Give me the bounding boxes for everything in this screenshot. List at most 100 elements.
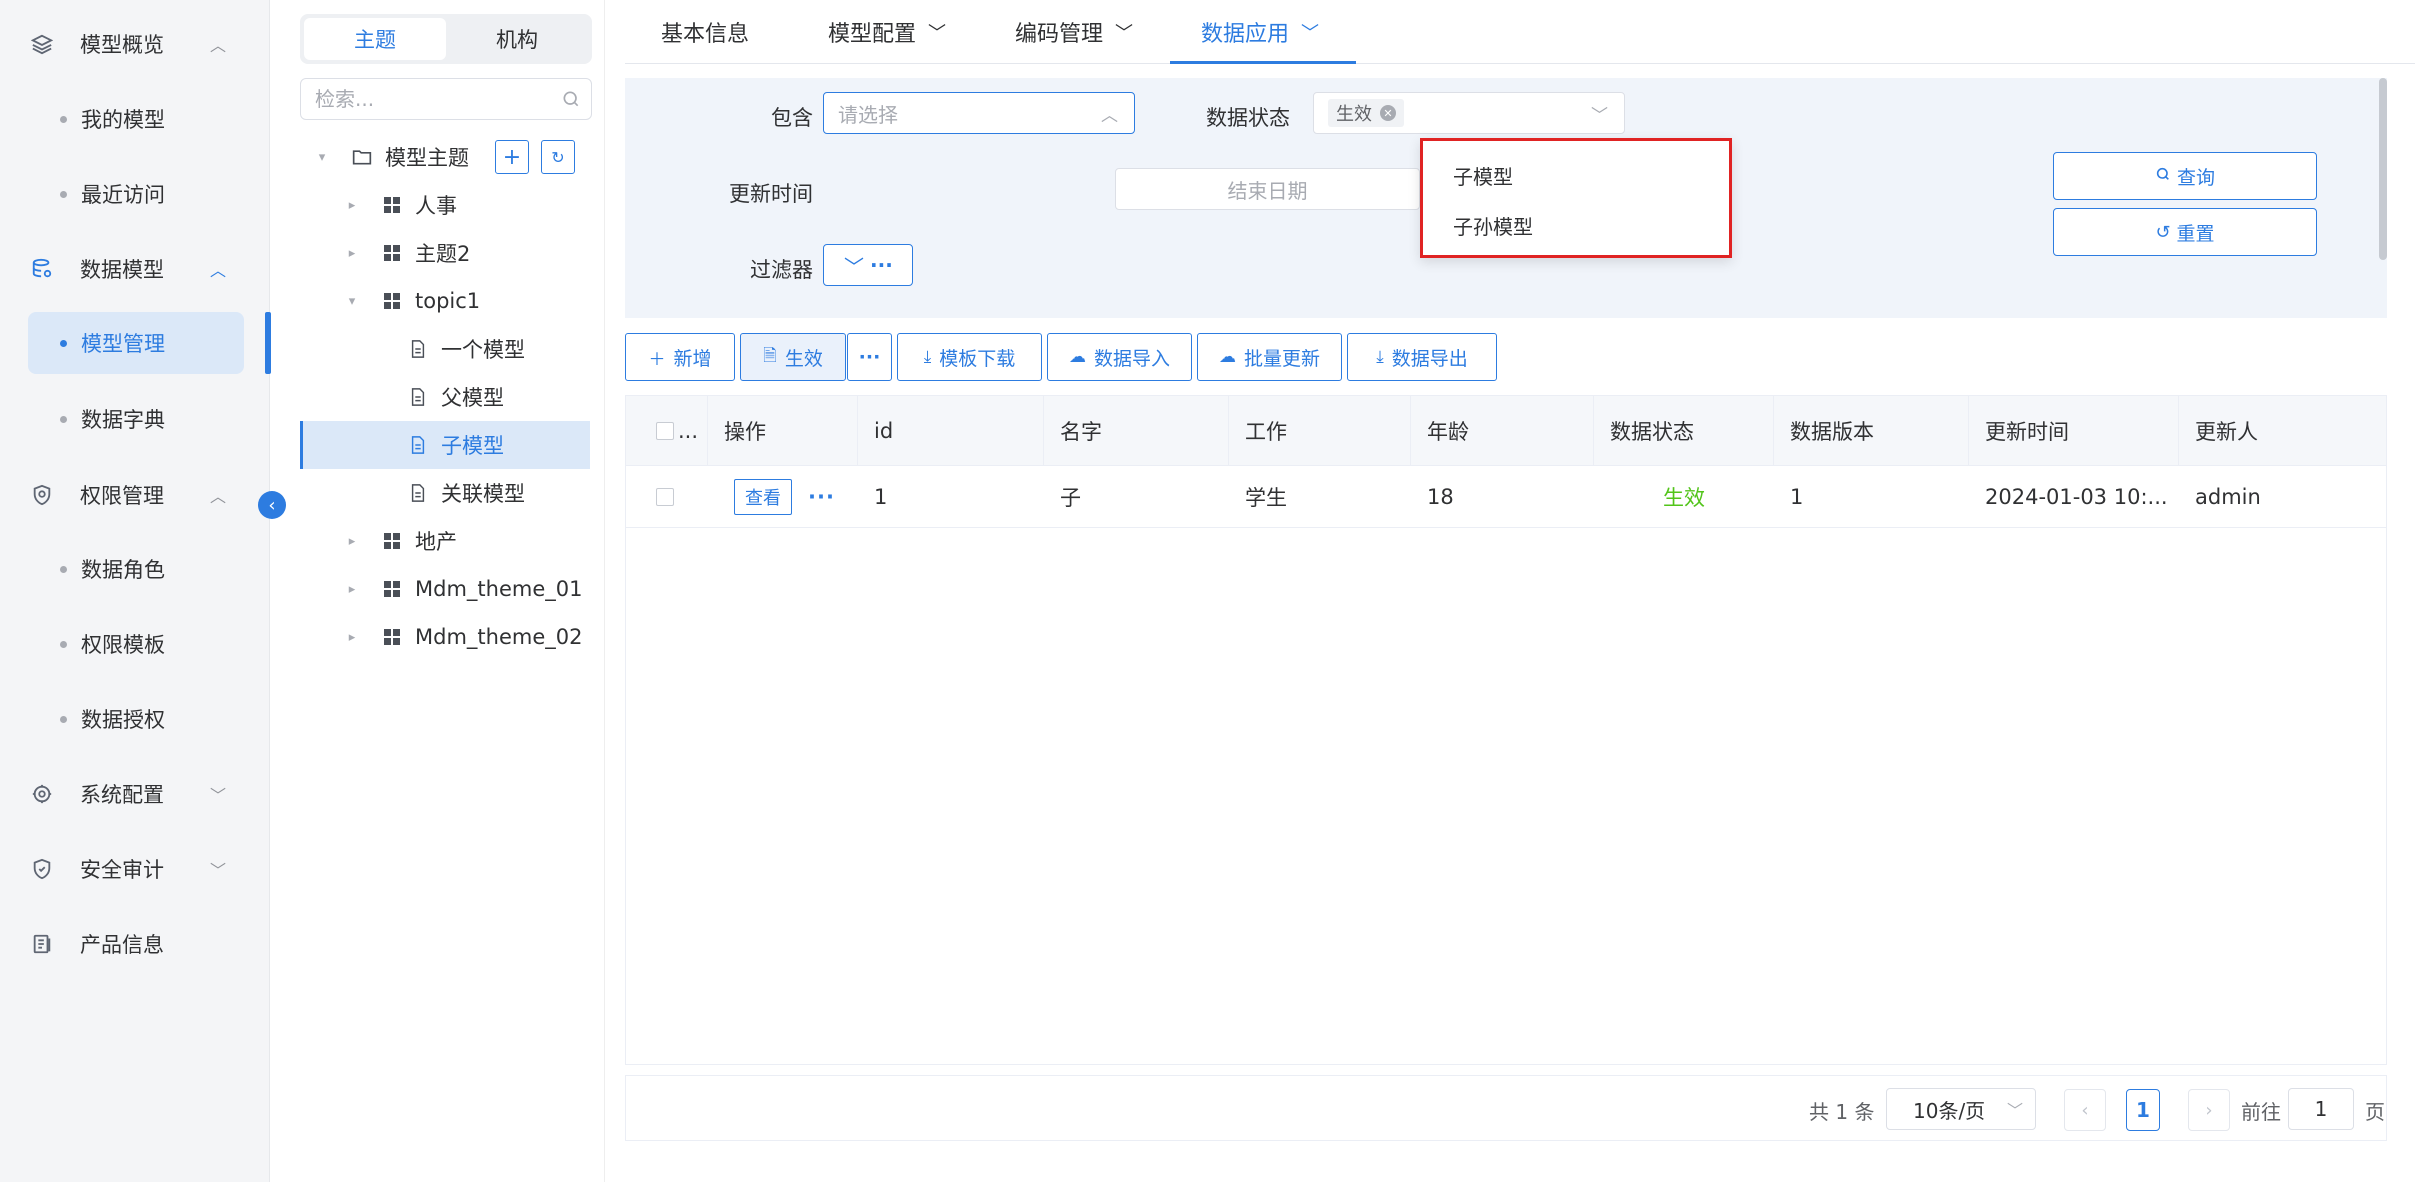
header-version[interactable]: 数据版本 — [1774, 396, 1969, 466]
chevron-down-icon: ﹀ — [928, 23, 947, 44]
nav-system-config[interactable]: 系统配置 ﹀ — [28, 764, 244, 824]
tree-node-renshi[interactable]: ▸ 人事 — [345, 181, 595, 229]
sidebar-item-model-management[interactable]: 模型管理 — [28, 312, 244, 374]
tree-node-label: Mdm_theme_02 — [415, 625, 583, 649]
header-status[interactable]: 数据状态 — [1594, 396, 1774, 466]
grid-icon — [381, 245, 403, 261]
tree-node-dichan[interactable]: ▸ 地产 — [345, 517, 595, 565]
nav-permission-management[interactable]: 权限管理 ︿ — [28, 465, 244, 525]
tree-node-guanlian[interactable]: 关联模型 — [371, 469, 595, 517]
page-number-current[interactable]: 1 — [2126, 1089, 2160, 1131]
update-time-label: 更新时间 — [729, 182, 813, 206]
document-icon — [28, 930, 56, 958]
more-icon[interactable]: ··· — [808, 485, 835, 509]
tab-data-application[interactable]: 数据应用 ﹀ — [1201, 0, 1319, 64]
tree-node-theme01[interactable]: ▸ Mdm_theme_01 — [345, 565, 595, 613]
chevron-up-icon: ︿ — [209, 36, 226, 55]
header-id[interactable]: id — [858, 396, 1044, 466]
tree-node-topic1[interactable]: ▾ topic1 — [345, 277, 595, 325]
query-button[interactable]: 查询 — [2053, 152, 2317, 200]
sidebar-item-recent[interactable]: 最近访问 — [28, 163, 244, 225]
sidebar-item-label: 数据授权 — [81, 708, 165, 732]
template-download-button[interactable]: ⤓ 模板下载 — [897, 333, 1042, 381]
tab-label: 数据应用 — [1201, 22, 1290, 47]
tree-node-label: Mdm_theme_01 — [415, 577, 583, 601]
nav-security-audit[interactable]: 安全审计 ﹀ — [28, 839, 244, 899]
tree-node-label: 模型主题 — [385, 146, 469, 170]
header-work[interactable]: 工作 — [1229, 396, 1411, 466]
table-row: 查看 ··· 1 子 学生 18 生效 1 2024-01-03 10:... … — [626, 466, 2386, 528]
grid-icon — [381, 293, 403, 309]
reset-button[interactable]: ↺ 重置 — [2053, 208, 2317, 256]
tree-node-root[interactable]: ▾ 模型主题 — [315, 133, 575, 181]
next-page-button[interactable]: › — [2188, 1089, 2230, 1131]
download-icon: ⤓ — [1376, 347, 1384, 367]
prev-page-button[interactable]: ‹ — [2064, 1089, 2106, 1131]
chevron-down-icon: ﹀ — [1591, 106, 1608, 126]
sidebar-item-permission-template[interactable]: 权限模板 — [28, 613, 244, 675]
refresh-tree-button[interactable]: ↻ — [541, 140, 575, 174]
select-placeholder: 请选择 — [838, 102, 898, 127]
cloud-upload-icon: ☁ — [1068, 347, 1086, 367]
tab-organization[interactable]: 机构 — [446, 18, 588, 60]
nav-model-overview[interactable]: 模型概览 ︿ — [28, 14, 244, 74]
add-button[interactable]: ＋ 新增 — [625, 333, 735, 381]
page-size-select[interactable]: 10条/页 ﹀ — [1886, 1088, 2036, 1130]
chevron-up-icon: ︿ — [209, 487, 226, 506]
goto-page-input[interactable] — [2288, 1088, 2354, 1130]
header-age[interactable]: 年龄 — [1411, 396, 1594, 466]
grid-icon — [381, 533, 403, 549]
header-operation: 操作 — [708, 396, 858, 466]
sidebar-item-my-models[interactable]: 我的模型 — [28, 88, 244, 150]
tree-search-input[interactable] — [315, 87, 545, 111]
data-export-button[interactable]: ⤓ 数据导出 — [1347, 333, 1497, 381]
option-descendant-model[interactable]: 子孙模型 — [1453, 211, 1533, 240]
tree-node-zhuti2[interactable]: ▸ 主题2 — [345, 229, 595, 277]
header-select: ... — [626, 396, 708, 466]
collapse-sidebar-button[interactable]: ‹ — [258, 491, 286, 519]
sidebar-item-data-authorization[interactable]: 数据授权 — [28, 688, 244, 750]
header-updater[interactable]: 更新人 — [2179, 396, 2386, 466]
view-button[interactable]: 查看 — [734, 479, 792, 515]
row-operation-cell: 查看 ··· — [708, 466, 858, 528]
cell-age: 18 — [1427, 485, 1454, 509]
option-child-model[interactable]: 子模型 — [1453, 161, 1513, 190]
end-date-input[interactable]: 结束日期 — [1115, 168, 1420, 210]
tab-model-config[interactable]: 模型配置 ﹀ — [828, 0, 946, 64]
tree-panel: 主题 机构 ▾ 模型主题 + ↻ ▸ 人事 ▸ 主题2 ▾ topic1 一个模… — [285, 0, 605, 1182]
file-icon — [407, 388, 429, 406]
tree-node-zi[interactable]: 子模型 — [300, 421, 590, 469]
tree-node-yige[interactable]: 一个模型 — [371, 325, 595, 373]
tab-topic[interactable]: 主题 — [304, 18, 446, 60]
data-import-button[interactable]: ☁ 数据导入 — [1047, 333, 1192, 381]
chevron-down-icon: ﹀ — [209, 786, 226, 805]
header-updated[interactable]: 更新时间 — [1969, 396, 2179, 466]
active-indicator — [265, 312, 271, 374]
nav-product-info[interactable]: 产品信息 — [28, 914, 244, 974]
tab-basic-info[interactable]: 基本信息 — [661, 0, 749, 64]
effective-button[interactable]: 🗎 生效 — [740, 333, 846, 381]
nav-data-model[interactable]: 数据模型 ︿ — [28, 239, 244, 299]
batch-update-button[interactable]: ☁ 批量更新 — [1197, 333, 1342, 381]
filter-scrollbar[interactable] — [2379, 78, 2387, 260]
close-icon[interactable]: ✕ — [1380, 105, 1396, 121]
header-name[interactable]: 名字 — [1044, 396, 1229, 466]
row-checkbox[interactable] — [656, 488, 674, 506]
caret-right-icon: ▸ — [348, 245, 356, 261]
tree-search — [300, 78, 592, 120]
grid-icon — [381, 629, 403, 645]
chevron-right-icon: › — [2205, 1099, 2213, 1121]
select-all-checkbox[interactable] — [656, 422, 674, 440]
tree-node-theme02[interactable]: ▸ Mdm_theme_02 — [345, 613, 595, 661]
filter-builder-button[interactable]: ﹀ ··· — [823, 244, 913, 286]
button-label: 查询 — [2176, 166, 2215, 189]
contains-select[interactable]: 请选择 ︿ — [823, 92, 1135, 134]
more-actions-button[interactable]: ··· — [847, 333, 892, 381]
sidebar-item-data-role[interactable]: 数据角色 — [28, 538, 244, 600]
tab-code-management[interactable]: 编码管理 ﹀ — [1015, 0, 1133, 64]
sidebar-item-data-dictionary[interactable]: 数据字典 — [28, 388, 244, 450]
tree-node-fu[interactable]: 父模型 — [371, 373, 595, 421]
cell-updater: admin — [2195, 485, 2261, 509]
status-select[interactable]: 生效 ✕ ﹀ — [1313, 92, 1625, 134]
add-topic-button[interactable]: + — [495, 140, 529, 174]
